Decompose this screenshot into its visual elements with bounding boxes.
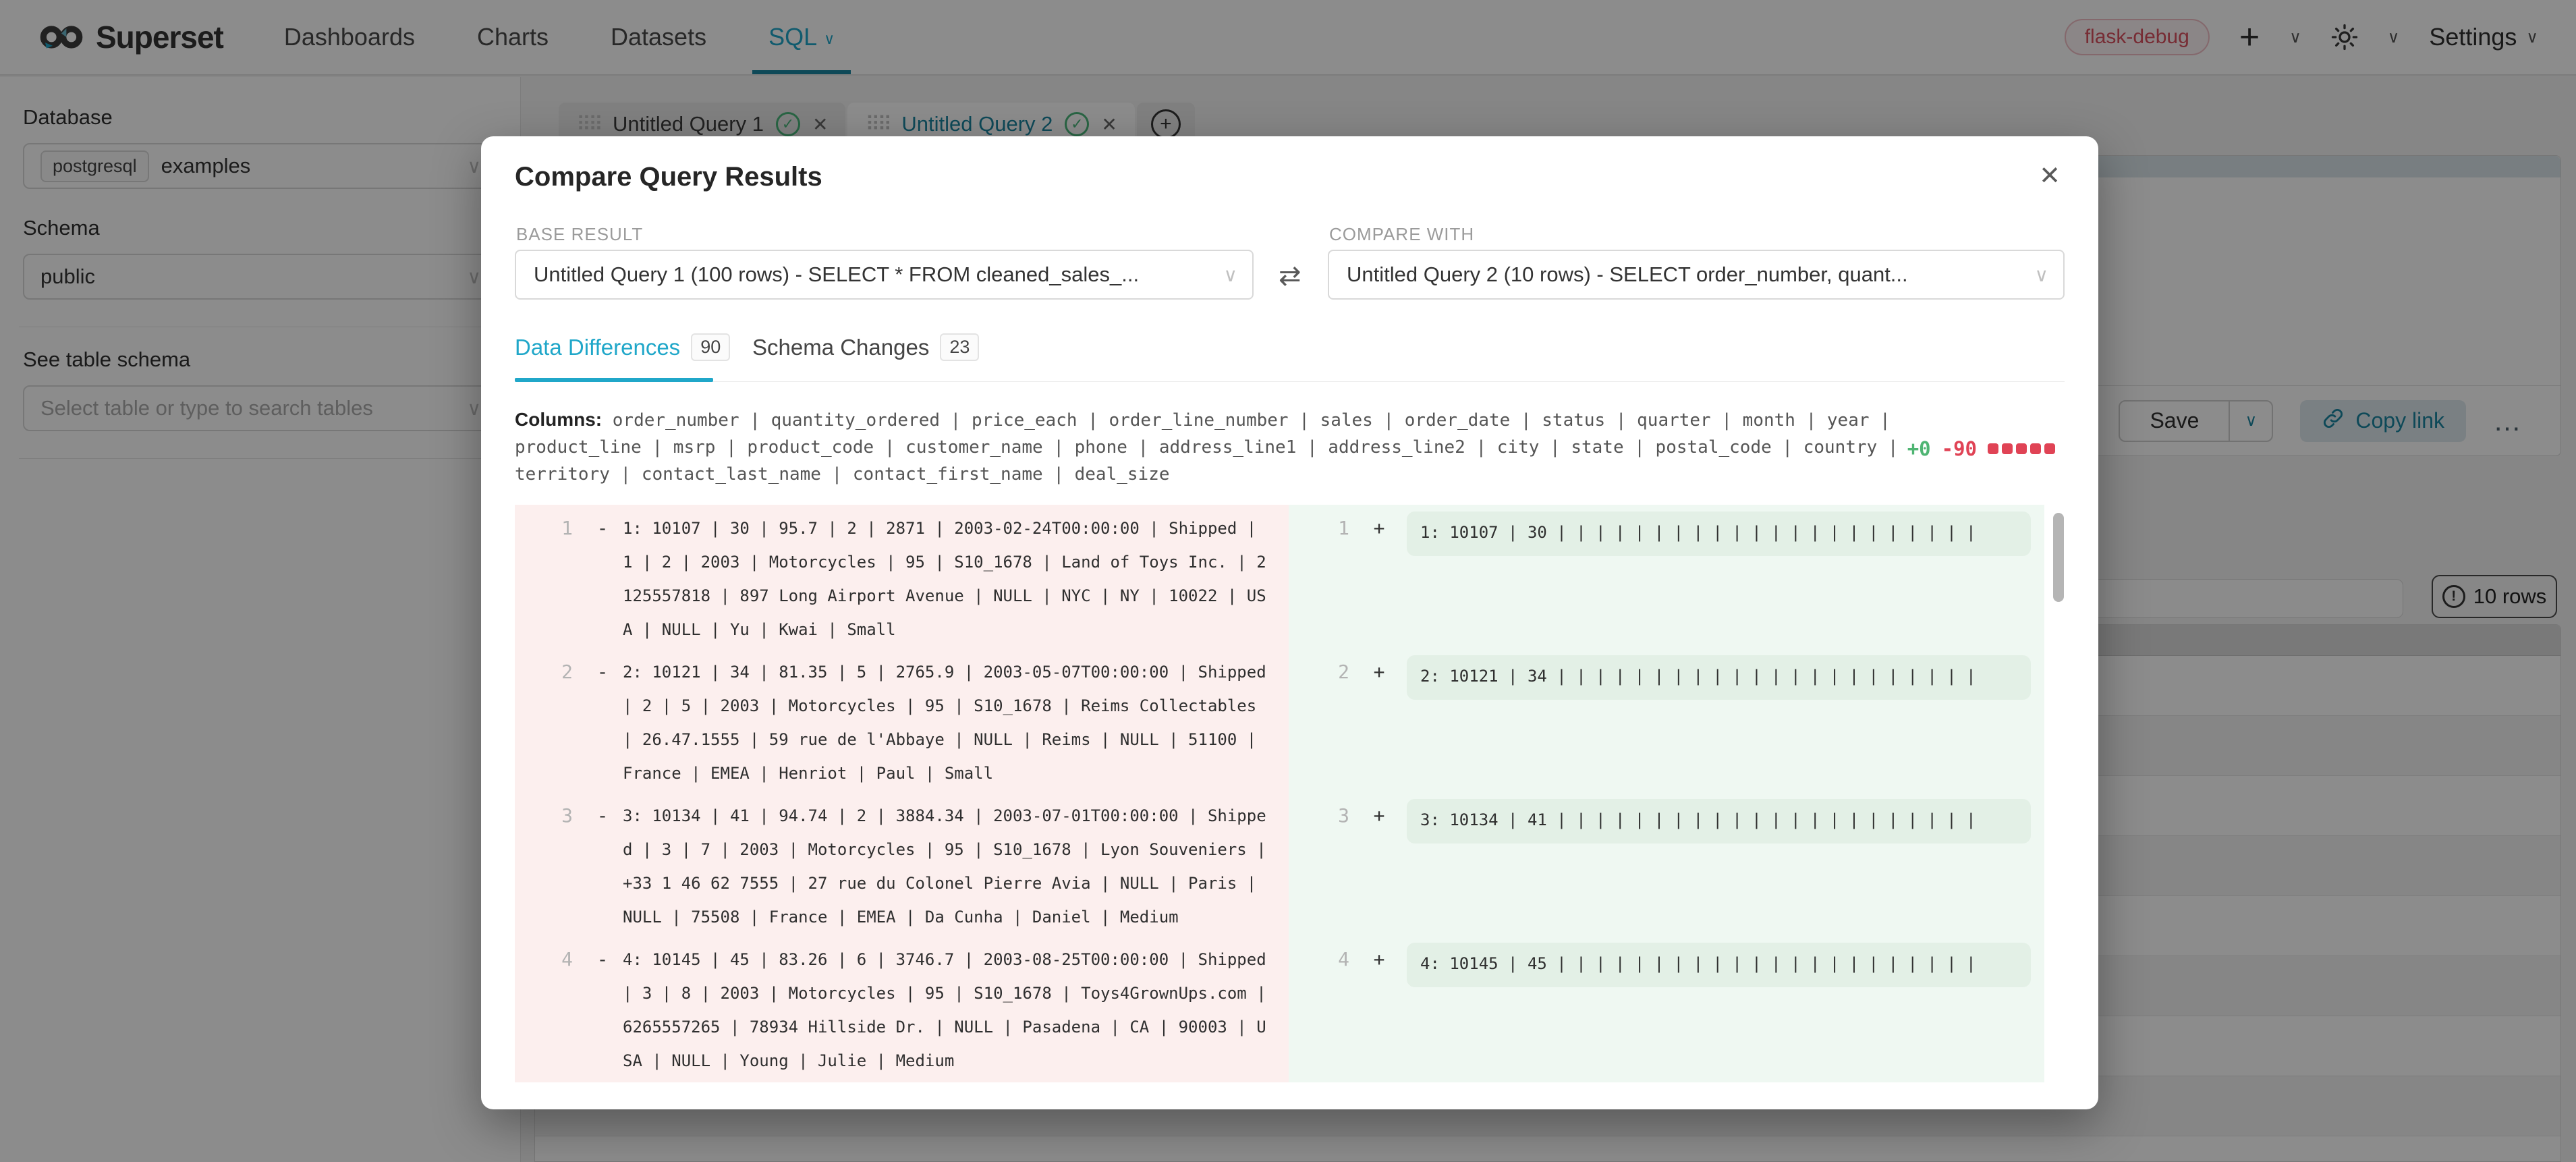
diffstat-square (2016, 443, 2027, 454)
added-line-text: 3: 10134 | 41 | | | | | | | | | | | | | … (1420, 810, 1976, 829)
close-icon[interactable]: ✕ (2039, 161, 2061, 191)
diffstat-squares (1988, 443, 2055, 454)
diffstat-square (2002, 443, 2013, 454)
modal-title: Compare Query Results (515, 162, 822, 192)
diffstat-square (1988, 443, 1998, 454)
diff-row-right-partial (1289, 1080, 2044, 1082)
added-line-text: 4: 10145 | 45 | | | | | | | | | | | | | … (1420, 954, 1976, 973)
line-number: 1 (515, 511, 573, 648)
diffstat: +0 -90 (1907, 437, 2055, 460)
added-highlight-box: 3: 10134 | 41 | | | | | | | | | | | | | … (1407, 799, 2031, 843)
removed-marker: - (590, 799, 615, 936)
diff-row-right: 2 + 2: 10121 | 34 | | | | | | | | | | | … (1289, 648, 2044, 792)
diff-row-left: 3 - 3: 10134 | 41 | 94.74 | 2 | 3884.34 … (515, 792, 1289, 936)
active-tab-indicator (515, 378, 713, 382)
base-result-select[interactable]: Untitled Query 1 (100 rows) - SELECT * F… (515, 250, 1254, 300)
tabs-divider (515, 381, 2065, 382)
added-marker: + (1366, 511, 1393, 648)
columns-header: Columns: order_number | quantity_ordered… (515, 406, 1902, 488)
columns-list: order_number | quantity_ordered | price_… (515, 410, 1899, 485)
removed-count: -90 (1942, 437, 1977, 460)
removed-marker: - (590, 655, 615, 792)
line-number: 3 (515, 799, 573, 936)
diff-count-badge: 90 (691, 333, 730, 361)
diff-row-left: 1 - 1: 10107 | 30 | 95.7 | 2 | 2871 | 20… (515, 505, 1289, 648)
added-line-text: 2: 10121 | 34 | | | | | | | | | | | | | … (1420, 667, 1976, 686)
added-highlight-box: 1: 10107 | 30 | | | | | | | | | | | | | … (1407, 511, 2031, 556)
added-marker: + (1366, 943, 1393, 1080)
chevron-down-icon: ∨ (2035, 264, 2049, 286)
added-highlight-box: 4: 10145 | 45 | | | | | | | | | | | | | … (1407, 943, 2031, 987)
diff-pane-base: 1 - 1: 10107 | 30 | 95.7 | 2 | 2871 | 20… (515, 505, 1289, 1082)
compare-query-results-modal: Compare Query Results ✕ BASE RESULT Unti… (481, 136, 2098, 1109)
removed-line-text: 1: 10107 | 30 | 95.7 | 2 | 2871 | 2003-0… (623, 511, 1267, 648)
scrollbar-thumb[interactable] (2053, 513, 2064, 602)
base-result-label: BASE RESULT (516, 224, 643, 245)
added-line-text: 1: 10107 | 30 | | | | | | | | | | | | | … (1420, 523, 1976, 542)
line-number: 3 (1289, 799, 1349, 936)
added-highlight-box: 2: 10121 | 34 | | | | | | | | | | | | | … (1407, 655, 2031, 700)
chevron-down-icon: ∨ (1224, 264, 1238, 286)
diff-row-left: 2 - 2: 10121 | 34 | 81.35 | 5 | 2765.9 |… (515, 648, 1289, 792)
line-number: 2 (1289, 655, 1349, 792)
diff-row-left: 4 - 4: 10145 | 45 | 83.26 | 6 | 3746.7 |… (515, 936, 1289, 1080)
tab-data-differences[interactable]: Data Differences 90 (515, 333, 730, 361)
columns-label: Columns: (515, 409, 602, 430)
line-number: 4 (1289, 943, 1349, 1080)
compare-with-select[interactable]: Untitled Query 2 (10 rows) - SELECT orde… (1328, 250, 2065, 300)
line-number: 2 (515, 655, 573, 792)
swap-queries-icon[interactable]: ⇄ (1279, 260, 1301, 292)
added-marker: + (1366, 655, 1393, 792)
diff-row-right: 3 + 3: 10134 | 41 | | | | | | | | | | | … (1289, 792, 2044, 936)
added-marker: + (1366, 799, 1393, 936)
diff-row-right: 4 + 4: 10145 | 45 | | | | | | | | | | | … (1289, 936, 2044, 1080)
superset-sql-lab-page: Superset Dashboards Charts Datasets SQL … (0, 0, 2576, 1162)
diff-viewer: 1 - 1: 10107 | 30 | 95.7 | 2 | 2871 | 20… (515, 505, 2060, 1082)
tab-schema-changes[interactable]: Schema Changes 23 (752, 333, 979, 361)
diffstat-square (2044, 443, 2055, 454)
removed-marker: - (590, 511, 615, 648)
diff-scrollbar[interactable] (2053, 506, 2064, 1081)
added-count: +0 (1907, 437, 1931, 460)
diff-pane-compare: 1 + 1: 10107 | 30 | | | | | | | | | | | … (1289, 505, 2044, 1082)
removed-line-text: 3: 10134 | 41 | 94.74 | 2 | 3884.34 | 20… (623, 799, 1267, 936)
removed-marker: - (590, 943, 615, 1080)
removed-line-text: 4: 10145 | 45 | 83.26 | 6 | 3746.7 | 200… (623, 943, 1267, 1080)
line-number: 1 (1289, 511, 1349, 648)
removed-line-text: 2: 10121 | 34 | 81.35 | 5 | 2765.9 | 200… (623, 655, 1267, 792)
compare-with-label: COMPARE WITH (1329, 224, 1474, 245)
schema-count-badge: 23 (940, 333, 979, 361)
line-number: 4 (515, 943, 573, 1080)
diff-row-right: 1 + 1: 10107 | 30 | | | | | | | | | | | … (1289, 505, 2044, 648)
diffstat-square (2030, 443, 2041, 454)
